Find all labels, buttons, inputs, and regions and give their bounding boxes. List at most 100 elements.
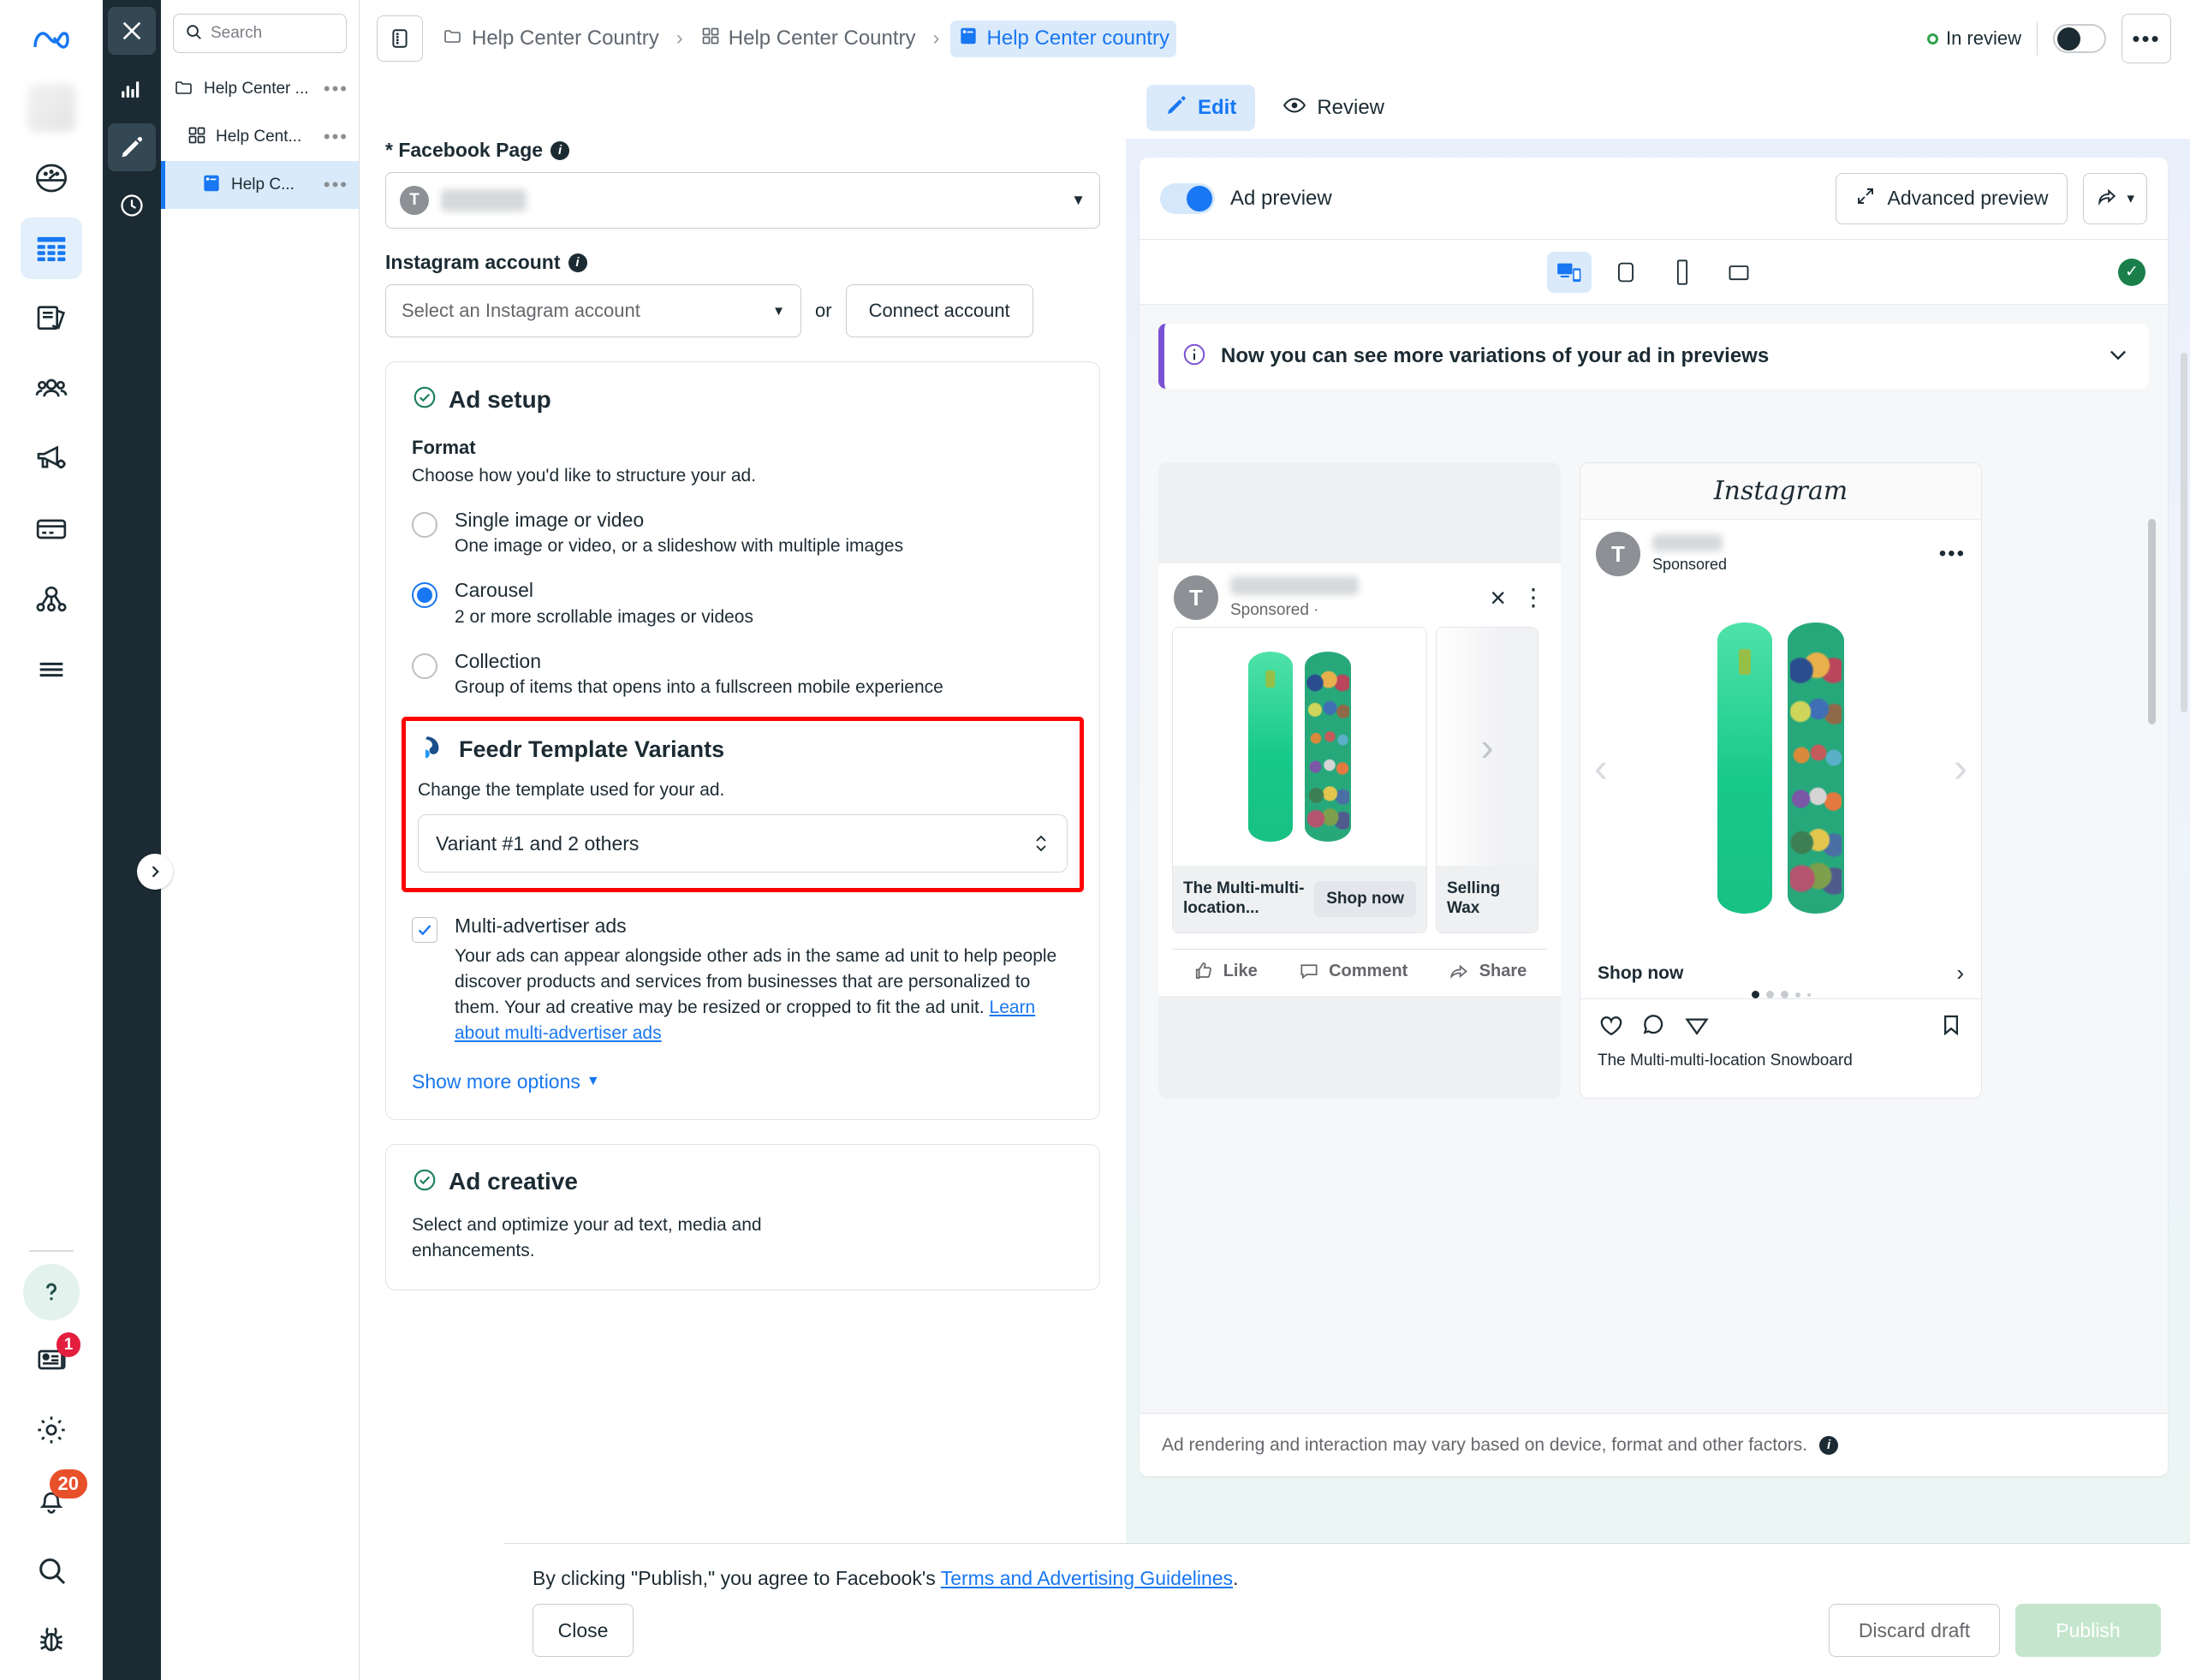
search-input[interactable] xyxy=(211,24,336,43)
nav-item-help-center-ad[interactable]: Help C... ••• xyxy=(161,161,359,209)
billing-icon[interactable] xyxy=(21,498,82,560)
info-circle-icon xyxy=(1181,342,1207,372)
bookmark-icon[interactable] xyxy=(1938,1012,1964,1042)
edit-icon[interactable] xyxy=(108,123,156,171)
format-portrait-icon[interactable] xyxy=(1660,252,1705,293)
discard-draft-button[interactable]: Discard draft xyxy=(1829,1604,2000,1657)
advanced-preview-button[interactable]: Advanced preview xyxy=(1836,173,2068,224)
ad-active-toggle[interactable] xyxy=(2053,24,2106,53)
account-thumb[interactable] xyxy=(27,84,75,132)
close-icon[interactable]: × xyxy=(1490,584,1506,611)
instagram-action-row xyxy=(1580,998,1981,1048)
format-option-collection[interactable]: Collection Group of items that opens int… xyxy=(412,650,1074,698)
library-icon[interactable] xyxy=(21,288,82,349)
audience-icon[interactable] xyxy=(21,358,82,420)
carousel-tile-0[interactable]: The Multi-multi-location... Shop now xyxy=(1172,627,1427,933)
preview-notice[interactable]: Now you can see more variations of your … xyxy=(1158,324,2149,389)
show-more-options-button[interactable]: Show more options ▼ xyxy=(412,1070,1074,1093)
help-icon[interactable] xyxy=(23,1264,80,1320)
chevron-right-icon[interactable]: › xyxy=(1956,960,1964,986)
campaign-settings-icon[interactable] xyxy=(21,428,82,490)
info-icon[interactable]: i xyxy=(550,141,569,160)
more-icon[interactable]: ⋮ xyxy=(1521,586,1545,610)
bug-icon[interactable] xyxy=(21,1610,82,1671)
bell-icon[interactable]: 20 xyxy=(21,1469,82,1531)
like-button[interactable]: Like xyxy=(1193,960,1258,982)
publish-button[interactable]: Publish xyxy=(2015,1604,2161,1657)
instagram-media[interactable]: ‹ › xyxy=(1580,588,1981,948)
expand-panel-button[interactable] xyxy=(137,854,173,890)
close-icon[interactable] xyxy=(108,7,156,55)
meta-logo-icon[interactable] xyxy=(21,10,82,72)
option-desc: One image or video, or a slideshow with … xyxy=(455,536,903,557)
multi-advertiser-checkbox[interactable] xyxy=(412,917,437,943)
nav-item-help-center-group[interactable]: Help Cent... ••• xyxy=(161,113,359,161)
instagram-account-select[interactable]: Select an Instagram account ▼ xyxy=(385,284,801,337)
share-button[interactable]: Share xyxy=(1449,960,1527,982)
chevron-down-icon[interactable] xyxy=(2106,343,2130,371)
table-icon[interactable] xyxy=(21,217,82,279)
connections-icon[interactable] xyxy=(21,569,82,630)
info-icon[interactable]: i xyxy=(1819,1436,1838,1455)
preview-scrollbar[interactable] xyxy=(2148,519,2156,724)
share-label: Share xyxy=(1479,962,1527,981)
carousel-next-icon[interactable]: › xyxy=(1954,745,1967,792)
breadcrumb: Help Center Country › Help Center Countr… xyxy=(435,21,1915,57)
connect-account-button[interactable]: Connect account xyxy=(846,284,1033,337)
close-button[interactable]: Close xyxy=(533,1604,634,1657)
radio-single-image[interactable] xyxy=(412,512,437,538)
format-square-icon[interactable] xyxy=(1604,252,1648,293)
more-icon[interactable]: ••• xyxy=(1939,542,1966,566)
facebook-page-select[interactable]: T ▼ xyxy=(385,172,1100,229)
breadcrumb-item-0[interactable]: Help Center Country xyxy=(435,21,666,57)
nav-item-overflow-button[interactable]: ••• xyxy=(324,128,348,146)
format-description: Choose how you'd like to structure your … xyxy=(412,466,1074,486)
history-icon[interactable] xyxy=(108,182,156,229)
ad-icon xyxy=(200,172,223,199)
ad-icon xyxy=(957,25,979,53)
snowboard-patterned xyxy=(1305,652,1351,842)
page-scrollbar[interactable] xyxy=(2181,353,2187,712)
carousel-prev-icon[interactable]: ‹ xyxy=(1594,745,1608,792)
format-landscape-icon[interactable] xyxy=(1717,252,1761,293)
panel-toggle-button[interactable] xyxy=(377,15,423,62)
comment-icon[interactable] xyxy=(1640,1011,1668,1043)
breadcrumb-item-2[interactable]: Help Center country xyxy=(950,21,1176,57)
format-option-carousel[interactable]: Carousel 2 or more scrollable images or … xyxy=(412,579,1074,627)
format-multi-device-icon[interactable] xyxy=(1547,252,1592,293)
comment-button[interactable]: Comment xyxy=(1298,960,1407,982)
format-option-single[interactable]: Single image or video One image or video… xyxy=(412,509,1074,557)
radio-collection[interactable] xyxy=(412,653,437,679)
chevron-down-icon: ▼ xyxy=(1071,192,1086,209)
news-icon[interactable]: 1 xyxy=(21,1329,82,1391)
nav-item-overflow-button[interactable]: ••• xyxy=(324,80,348,98)
search-icon[interactable] xyxy=(21,1540,82,1601)
terms-link[interactable]: Terms and Advertising Guidelines xyxy=(941,1567,1233,1589)
stepper-icon[interactable] xyxy=(1033,831,1050,856)
carousel-tile-1[interactable]: › Selling Wax xyxy=(1436,627,1538,933)
tab-edit[interactable]: Edit xyxy=(1146,85,1255,131)
shop-now-button[interactable]: Shop now xyxy=(1314,881,1416,917)
send-icon[interactable] xyxy=(1683,1011,1711,1043)
gear-icon[interactable] xyxy=(21,1399,82,1461)
menu-icon[interactable] xyxy=(21,639,82,700)
ad-preview-toggle[interactable] xyxy=(1160,183,1215,214)
dashboard-icon[interactable] xyxy=(21,147,82,209)
info-icon[interactable]: i xyxy=(568,253,587,272)
avatar: T xyxy=(1174,575,1218,620)
radio-carousel[interactable] xyxy=(412,582,437,608)
share-preview-button[interactable]: ▾ xyxy=(2083,173,2147,224)
search-box[interactable] xyxy=(173,14,347,53)
tab-review[interactable]: Review xyxy=(1264,85,1403,131)
multi-advertiser-ads-option[interactable]: Multi-advertiser ads Your ads can appear… xyxy=(412,914,1074,1046)
breadcrumb-item-1[interactable]: Help Center Country xyxy=(693,21,923,57)
carousel-next-icon[interactable]: › xyxy=(1437,628,1538,866)
more-options-button[interactable]: ••• xyxy=(2122,14,2171,63)
feedr-variant-select[interactable]: Variant #1 and 2 others xyxy=(418,814,1068,873)
analytics-icon[interactable] xyxy=(108,65,156,113)
facebook-placeholder-bottom xyxy=(1158,996,1561,1099)
nav-item-overflow-button[interactable]: ••• xyxy=(324,176,348,194)
heart-icon[interactable] xyxy=(1598,1011,1625,1043)
nav-item-help-center-folder[interactable]: Help Center ... ••• xyxy=(161,65,359,113)
facebook-carousel[interactable]: The Multi-multi-location... Shop now › S… xyxy=(1158,627,1561,933)
